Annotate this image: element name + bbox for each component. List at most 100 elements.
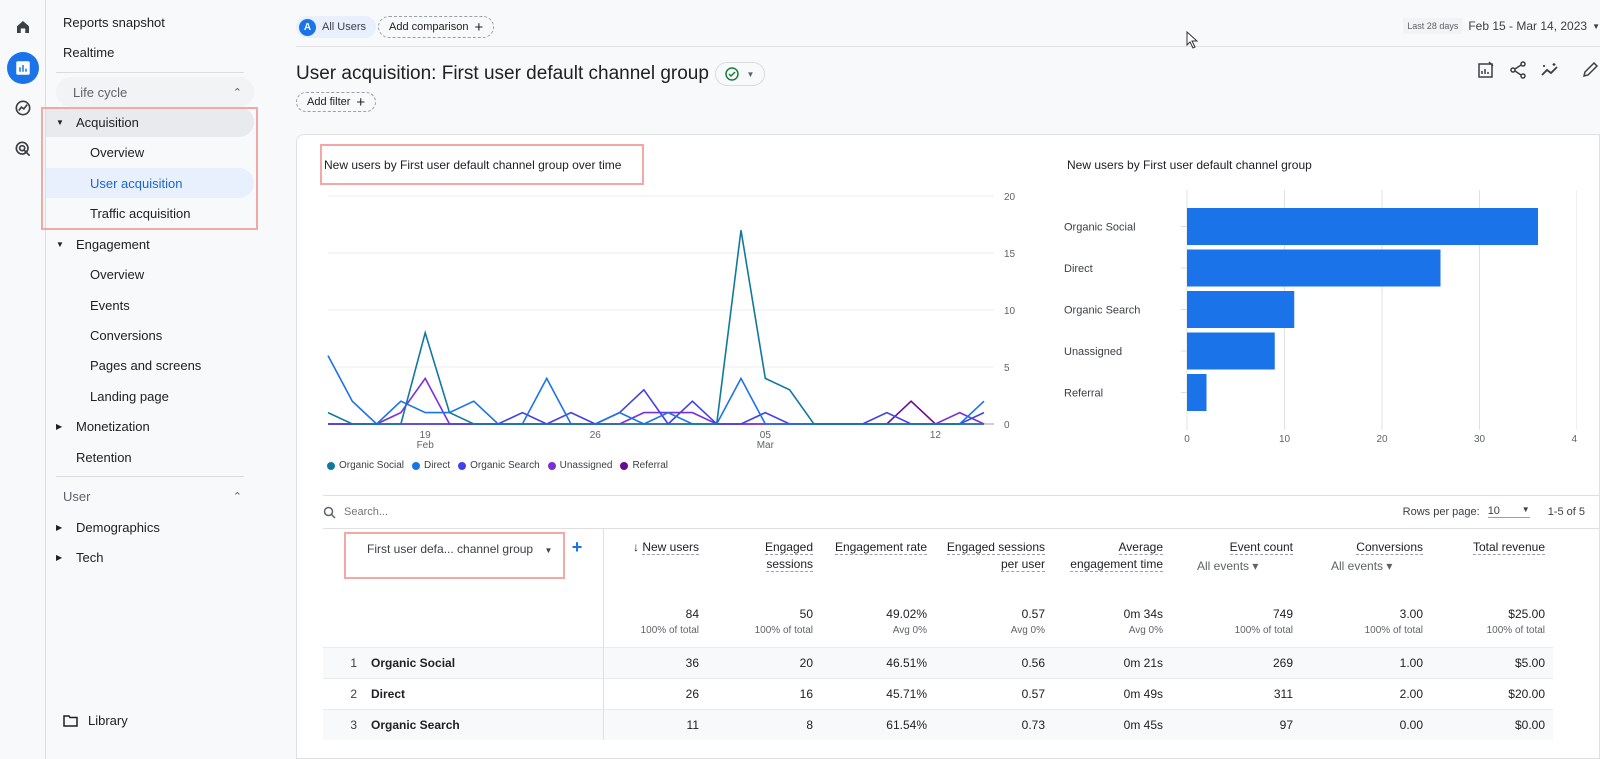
add-filter-button[interactable]: Add filter +	[296, 92, 377, 112]
col-engagement-rate[interactable]: Engagement rate	[821, 529, 935, 607]
nav-engagement[interactable]: ▼ Engagement	[46, 229, 254, 259]
bar	[1187, 208, 1538, 245]
legend-label: Organic Social	[339, 460, 405, 471]
event-selector[interactable]: All events ▾	[1179, 558, 1293, 575]
nav-traffic-acquisition[interactable]: Traffic acquisition	[46, 198, 254, 228]
advertising-icon[interactable]	[7, 133, 39, 165]
nav-acquisition[interactable]: ▼ Acquisition	[46, 107, 254, 137]
cell: $5.00	[1431, 646, 1553, 678]
col-conversions[interactable]: Conversions All events ▾	[1301, 529, 1431, 607]
cell: 0m 45s	[1053, 708, 1171, 740]
totals-label-cell	[323, 607, 604, 647]
y-tick-label: 15	[1004, 249, 1016, 260]
chevron-up-icon: ⌃	[232, 86, 242, 99]
selector-label: All events	[1197, 559, 1250, 573]
rows-per-page-value: 10	[1487, 505, 1500, 517]
rows-per-page-select[interactable]: 10 ▼	[1487, 505, 1530, 518]
nav-label: Retention	[76, 449, 132, 465]
col-engaged-per-user[interactable]: Engaged sessions per user	[935, 529, 1053, 607]
col-new-users[interactable]: ↓ New users	[603, 529, 707, 607]
nav-label: Tech	[76, 549, 104, 565]
legend-item[interactable]: Direct	[412, 460, 450, 471]
add-comparison-button[interactable]: Add comparison +	[378, 16, 495, 38]
legend-dot	[620, 461, 629, 470]
col-avg-engagement-time[interactable]: Average engagement time	[1053, 529, 1171, 607]
cell: $20.00	[1431, 677, 1553, 709]
nav-section-lifecycle[interactable]: Life cycle ⌃	[56, 77, 254, 107]
nav-landing-page[interactable]: Landing page	[46, 381, 254, 411]
nav-retention[interactable]: Retention	[46, 442, 254, 472]
bar-chart-title: New users by First user default channel …	[1067, 158, 1312, 172]
nav-conversions[interactable]: Conversions	[46, 320, 254, 350]
legend-label: Direct	[424, 460, 451, 471]
explore-icon[interactable]	[7, 92, 39, 124]
insights-icon[interactable]	[1540, 60, 1560, 80]
dimension-selector[interactable]: First user defa... channel group ▼	[367, 542, 552, 556]
legend-item[interactable]: Referral	[620, 460, 668, 471]
table-row[interactable]: 1 Organic Social 36 20 46.51% 0.56 0m 21…	[323, 646, 1553, 678]
add-dimension-button[interactable]: +	[572, 537, 583, 557]
dimension-header: First user defa... channel group ▼ +	[323, 529, 604, 607]
table-row[interactable]: 3 Organic Search 11 8 61.54% 0.73 0m 45s…	[323, 708, 1553, 740]
edit-pencil-icon[interactable]	[1580, 60, 1600, 80]
col-label: Engaged sessions	[764, 540, 813, 572]
conversion-event-selector[interactable]: All events ▾	[1309, 558, 1423, 575]
nav-library[interactable]: Library	[46, 705, 254, 735]
nav-demographics[interactable]: ▶ Demographics	[46, 512, 254, 542]
title-row: User acquisition: First user default cha…	[296, 62, 765, 86]
caret-right-icon: ▶	[56, 552, 63, 562]
table-search-input[interactable]	[344, 506, 644, 518]
col-engaged-sessions[interactable]: Engaged sessions	[707, 529, 821, 607]
pagination-label: 1-5 of 5	[1547, 505, 1585, 518]
nav-acquisition-overview[interactable]: Overview	[46, 137, 254, 167]
cell: 61.54%	[821, 708, 935, 740]
cell: 0.57	[935, 677, 1053, 709]
nav-section-user[interactable]: User ⌃	[46, 481, 254, 511]
cell: 1.00	[1301, 646, 1431, 678]
cell: 0.73	[935, 708, 1053, 740]
nav-monetization[interactable]: ▶ Monetization	[46, 411, 254, 441]
report-status-dropdown[interactable]: ▼	[714, 62, 765, 86]
nav-user-acquisition[interactable]: User acquisition	[46, 168, 254, 198]
total-value: 50	[799, 607, 813, 621]
legend-item[interactable]: Organic Social	[327, 460, 404, 471]
nav-label: Traffic acquisition	[90, 205, 191, 221]
x-tick-label: 30	[1474, 434, 1486, 445]
cell: 36	[603, 646, 707, 678]
legend-item[interactable]: Unassigned	[547, 460, 612, 471]
col-event-count[interactable]: Event count All events ▾	[1171, 529, 1301, 607]
reports-icon[interactable]	[7, 52, 39, 84]
x-tick-label: 20	[1376, 434, 1388, 445]
cell: 0.00	[1301, 708, 1431, 740]
col-label: Engagement rate	[834, 540, 927, 555]
home-icon[interactable]	[7, 11, 39, 43]
date-range-picker[interactable]: Last 28 days Feb 15 - Mar 14, 2023 ▼	[1403, 18, 1600, 34]
col-label: Total revenue	[1472, 540, 1545, 555]
col-total-revenue[interactable]: Total revenue	[1431, 529, 1553, 607]
col-label: Engaged sessions per user	[946, 540, 1045, 572]
nav-engagement-overview[interactable]: Overview	[46, 259, 254, 289]
plus-icon: +	[474, 18, 484, 36]
nav-tech[interactable]: ▶ Tech	[46, 542, 254, 572]
mouse-cursor-icon	[1186, 31, 1199, 49]
col-label: Conversions	[1356, 540, 1423, 555]
table-row[interactable]: 2 Direct 26 16 45.71% 0.57 0m 49s 311 2.…	[323, 677, 1553, 709]
main-content: A All Users Add comparison + Last 28 day…	[270, 0, 1600, 759]
share-icon[interactable]	[1508, 60, 1528, 80]
nav-realtime[interactable]: Realtime	[46, 37, 254, 67]
cell: $0.00	[1431, 708, 1553, 740]
bar-category-label: Unassigned	[1064, 346, 1122, 358]
legend-dot	[327, 461, 335, 470]
total-sub: 100% of total	[1364, 625, 1423, 636]
nav-reports-snapshot[interactable]: Reports snapshot	[46, 7, 254, 37]
total-cell: 50 100% of total	[707, 607, 821, 647]
nav-events[interactable]: Events	[46, 290, 254, 320]
caret-right-icon: ▶	[56, 522, 63, 532]
row-index: 1	[323, 646, 357, 678]
customize-report-icon[interactable]	[1476, 60, 1496, 80]
nav-pages-and-screens[interactable]: Pages and screens	[46, 350, 254, 380]
segment-chip-all-users[interactable]: A All Users	[296, 16, 377, 38]
cell: 11	[603, 708, 707, 740]
rows-per-page-label: Rows per page:	[1402, 505, 1480, 518]
legend-item[interactable]: Organic Search	[458, 460, 540, 471]
